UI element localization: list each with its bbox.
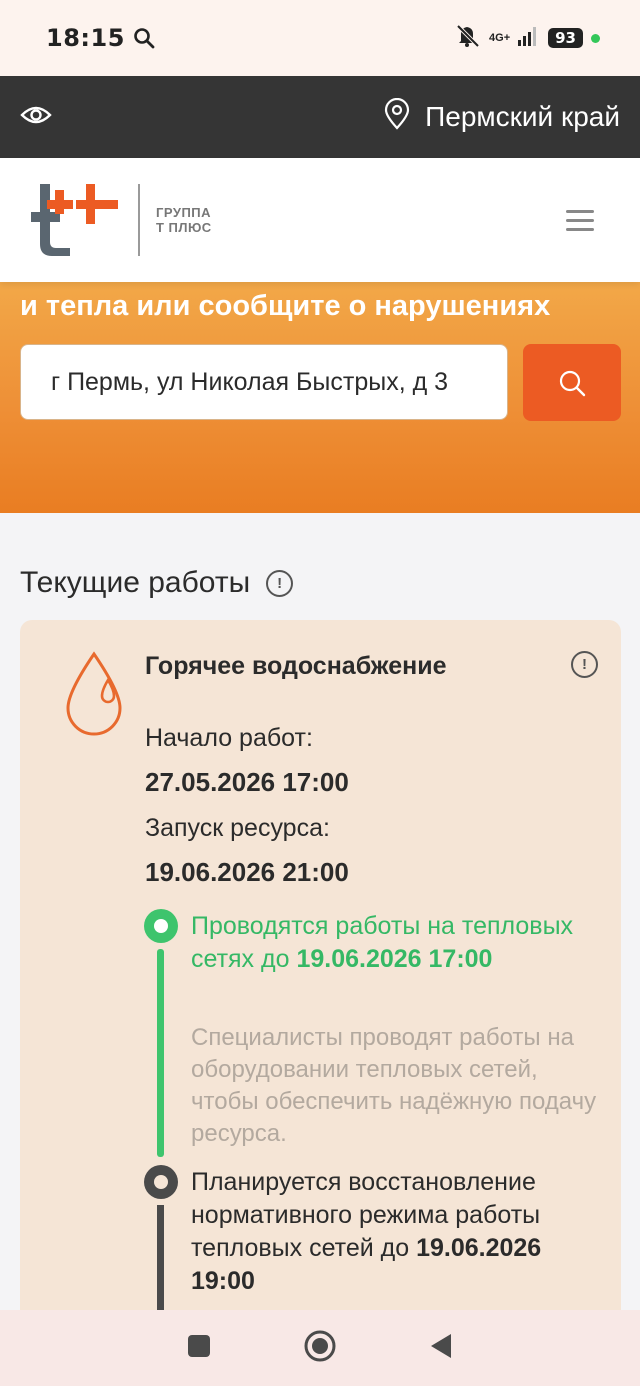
timeline-active-dot (144, 909, 178, 943)
nav-home-icon[interactable] (303, 1329, 337, 1368)
location-pin-icon (383, 97, 411, 137)
current-works-title: Текущие работы (20, 566, 251, 599)
region-label: Пермский край (425, 101, 620, 132)
card-title: Горячее водоснабжение (145, 652, 447, 680)
top-bar: Пермский край (0, 76, 640, 158)
logo[interactable]: ГРУППА Т ПЛЮС (28, 182, 212, 258)
menu-icon[interactable] (566, 209, 594, 231)
section-title: Текущие работы ! (20, 566, 294, 600)
timeline-step-description: Специалисты проводят работы на оборудова… (191, 1024, 597, 1147)
nav-back-icon[interactable] (429, 1332, 453, 1365)
start-label: Начало работ: (145, 724, 313, 752)
region-selector[interactable]: Пермский край (383, 97, 620, 137)
search-button[interactable] (523, 344, 621, 421)
work-card: Горячее водоснабжение ! Начало работ: 27… (20, 620, 621, 1340)
logo-text-line2: Т ПЛЮС (156, 220, 212, 235)
water-drop-icon (64, 650, 124, 745)
system-nav-bar (0, 1310, 640, 1386)
search-icon (133, 27, 155, 49)
search-icon (559, 370, 586, 396)
mute-icon (455, 24, 481, 53)
battery-level: 93 (548, 28, 583, 48)
nav-recent-icon[interactable] (187, 1334, 211, 1363)
timeline-planned-dot (144, 1165, 178, 1199)
address-search-input[interactable]: г Пермь, ул Николая Быстрых, д 3 (20, 344, 508, 420)
logo-mark-icon (31, 184, 118, 256)
status-bar: 18:15 4G+ 93 (0, 0, 640, 76)
logo-text-line1: ГРУППА (156, 205, 212, 220)
launch-value: 19.06.2026 21:00 (145, 857, 349, 887)
signal-icon (518, 25, 540, 52)
timeline-active-line (157, 949, 164, 1157)
site-header: ГРУППА Т ПЛЮС (0, 158, 640, 282)
launch-label: Запуск ресурса: (145, 814, 330, 842)
network-type: 4G+ (489, 32, 511, 44)
start-value: 27.05.2026 17:00 (145, 767, 349, 797)
info-icon[interactable]: ! (266, 569, 294, 597)
status-time: 18:15 (46, 24, 125, 52)
privacy-dot (591, 33, 600, 43)
timeline-step-planned: Планируется восстановление нормативного … (191, 1168, 542, 1295)
timeline-step-active: Проводятся работы на тепловых сетях до 1… (191, 912, 574, 973)
eye-icon[interactable] (20, 104, 52, 131)
info-icon[interactable]: ! (571, 651, 598, 678)
hero-banner: и тепла или сообщите о нарушениях г Перм… (0, 282, 640, 513)
hero-headline: и тепла или сообщите о нарушениях (20, 290, 551, 322)
